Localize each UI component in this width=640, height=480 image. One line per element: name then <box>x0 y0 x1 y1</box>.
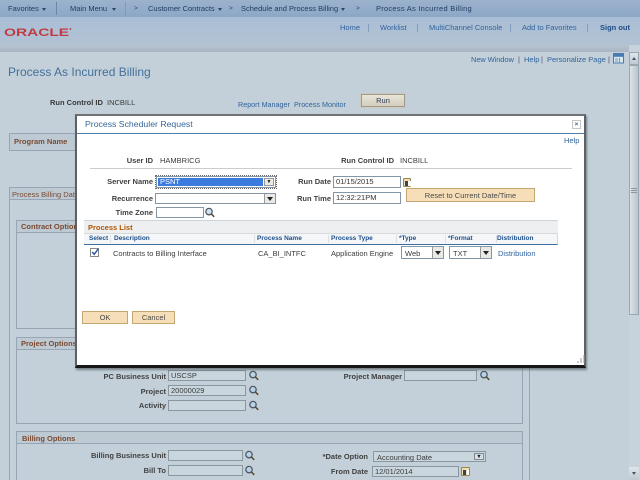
svg-text:ORACLE: ORACLE <box>4 26 69 38</box>
